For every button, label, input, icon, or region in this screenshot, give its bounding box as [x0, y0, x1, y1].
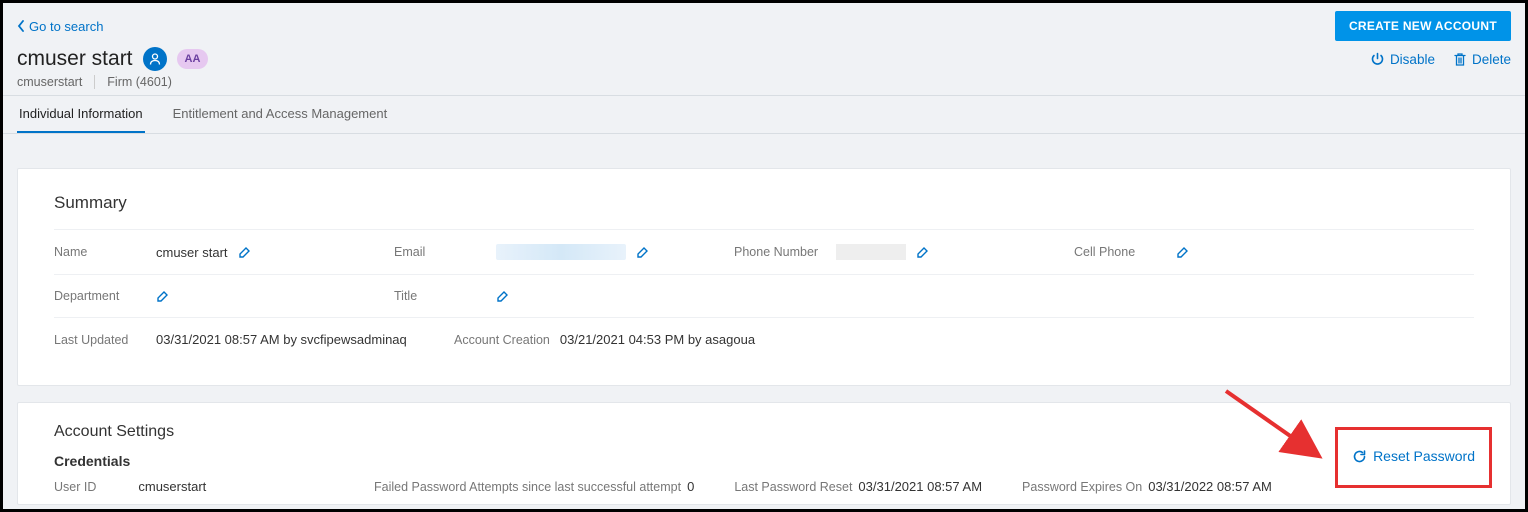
- trash-icon: [1453, 52, 1467, 67]
- value-expires: 03/31/2022 08:57 AM: [1148, 479, 1272, 494]
- label-last-updated: Last Updated: [54, 333, 146, 347]
- label-last-reset: Last Password Reset: [734, 480, 852, 494]
- account-heading: Account Settings: [54, 423, 1474, 441]
- reset-password-button[interactable]: Reset Password: [1352, 448, 1475, 464]
- subline-username: cmuserstart: [17, 75, 82, 89]
- edit-email-icon[interactable]: [636, 245, 650, 259]
- edit-department-icon[interactable]: [156, 289, 170, 303]
- breadcrumb: cmuserstart Firm (4601): [3, 75, 1525, 96]
- value-account-creation: 03/21/2021 04:53 PM by asagoua: [560, 332, 755, 347]
- subline-firm: Firm (4601): [94, 75, 172, 89]
- label-phone: Phone Number: [734, 245, 826, 259]
- value-failed-attempts: 0: [687, 479, 694, 494]
- label-department: Department: [54, 289, 146, 303]
- account-settings-card: Account Settings Credentials User ID cmu…: [17, 402, 1511, 505]
- go-to-search-label: Go to search: [29, 19, 103, 34]
- label-failed-attempts: Failed Password Attempts since last succ…: [374, 480, 681, 494]
- summary-card: Summary Name cmuser start Email Phone Nu…: [17, 168, 1511, 386]
- delete-button[interactable]: Delete: [1453, 52, 1511, 67]
- refresh-icon: [1352, 449, 1367, 464]
- create-account-button[interactable]: CREATE NEW ACCOUNT: [1335, 11, 1511, 41]
- summary-heading: Summary: [54, 193, 1474, 213]
- label-name: Name: [54, 245, 146, 259]
- label-expires: Password Expires On: [1022, 480, 1142, 494]
- page-title: cmuser start: [17, 47, 133, 71]
- value-user-id: cmuserstart: [138, 479, 206, 494]
- tab-entitlement-access[interactable]: Entitlement and Access Management: [171, 96, 390, 133]
- reset-password-label: Reset Password: [1373, 448, 1475, 464]
- value-phone-redacted: [836, 244, 906, 260]
- tab-individual-information[interactable]: Individual Information: [17, 96, 145, 133]
- value-email-redacted: [496, 244, 626, 260]
- user-icon: [143, 47, 167, 71]
- disable-button[interactable]: Disable: [1370, 52, 1435, 67]
- edit-title-icon[interactable]: [496, 289, 510, 303]
- edit-name-icon[interactable]: [238, 245, 252, 259]
- credentials-heading: Credentials: [54, 453, 1474, 469]
- label-cell: Cell Phone: [1074, 245, 1166, 259]
- reset-password-highlight: Reset Password: [1335, 427, 1492, 488]
- aa-badge: AA: [177, 49, 209, 69]
- edit-cell-icon[interactable]: [1176, 245, 1190, 259]
- label-email: Email: [394, 245, 486, 259]
- value-name: cmuser start: [156, 245, 228, 260]
- delete-label: Delete: [1472, 52, 1511, 67]
- go-to-search-link[interactable]: Go to search: [17, 19, 103, 34]
- edit-phone-icon[interactable]: [916, 245, 930, 259]
- power-icon: [1370, 52, 1385, 67]
- chevron-left-icon: [17, 20, 25, 32]
- label-user-id: User ID: [54, 480, 96, 494]
- label-account-creation: Account Creation: [454, 333, 550, 347]
- label-title: Title: [394, 289, 486, 303]
- value-last-reset: 03/31/2021 08:57 AM: [858, 479, 982, 494]
- disable-label: Disable: [1390, 52, 1435, 67]
- value-last-updated: 03/31/2021 08:57 AM by svcfipewsadminaq: [156, 332, 407, 347]
